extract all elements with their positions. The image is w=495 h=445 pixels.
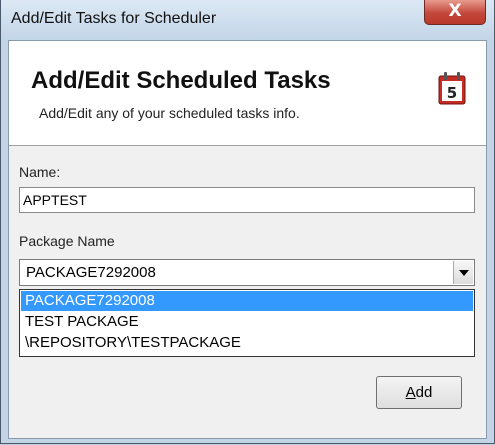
add-button-mnemonic: A	[405, 384, 416, 401]
calendar-icon-number: 5	[447, 84, 457, 102]
title-bar[interactable]: Add/Edit Tasks for Scheduler X	[1, 0, 494, 40]
add-button-label: dd	[415, 384, 433, 401]
package-option[interactable]: \REPOSITORY\TESTPACKAGE	[21, 333, 473, 353]
header-subtitle: Add/Edit any of your scheduled tasks inf…	[39, 105, 300, 121]
close-button[interactable]: X	[424, 0, 486, 25]
dialog-header: Add/Edit Scheduled Tasks Add/Edit any of…	[9, 41, 486, 146]
chevron-down-icon	[459, 270, 469, 276]
package-option[interactable]: PACKAGE7292008	[21, 291, 473, 311]
package-name-dropdown-list[interactable]: PACKAGE7292008 TEST PACKAGE \REPOSITORY\…	[19, 289, 475, 357]
window-title: Add/Edit Tasks for Scheduler	[11, 10, 217, 27]
add-button[interactable]: Add	[376, 376, 462, 409]
dialog-window: Add/Edit Tasks for Scheduler X Add/Edit …	[0, 0, 495, 444]
name-label: Name:	[19, 164, 61, 180]
package-name-combobox[interactable]: PACKAGE7292008	[19, 259, 475, 286]
close-icon: X	[448, 1, 462, 21]
dialog-client-area: Add/Edit Scheduled Tasks Add/Edit any of…	[8, 40, 487, 439]
calendar-icon: 5	[438, 72, 466, 105]
combobox-dropdown-button[interactable]	[453, 261, 473, 284]
name-input[interactable]: APPTEST	[19, 187, 475, 213]
package-option[interactable]: TEST PACKAGE	[21, 312, 473, 332]
package-name-label: Package Name	[19, 233, 115, 249]
package-name-selected: PACKAGE7292008	[26, 264, 156, 281]
header-title: Add/Edit Scheduled Tasks	[31, 67, 331, 94]
